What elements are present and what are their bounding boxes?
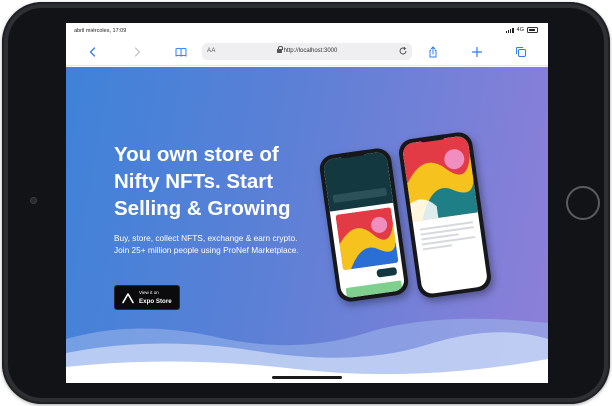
- forward-icon[interactable]: [130, 45, 144, 59]
- lock-icon: [276, 45, 283, 53]
- nft-detail-text: [419, 221, 477, 253]
- status-bar: abril miércoles, 17:09 4G: [66, 23, 548, 39]
- phone-mockup-back: [397, 130, 493, 300]
- hero-section: You own store of Nifty NFTs. Start Selli…: [66, 67, 548, 383]
- url-display: http://localhost:3000: [202, 45, 412, 54]
- status-time: abril miércoles, 17:09: [74, 28, 127, 34]
- home-button[interactable]: [566, 186, 600, 220]
- store-button-caption: View it on: [139, 290, 159, 295]
- share-icon[interactable]: [426, 45, 440, 59]
- bookmarks-icon[interactable]: [174, 45, 188, 59]
- battery-icon: [527, 27, 538, 33]
- hero-title: You own store of Nifty NFTs. Start Selli…: [114, 143, 291, 220]
- nft-card-image: [335, 207, 399, 271]
- url-text: http://localhost:3000: [283, 48, 338, 54]
- status-indicators: 4G: [505, 27, 538, 33]
- nft-card-artwork: [335, 207, 399, 271]
- app-header: [322, 151, 394, 212]
- new-tab-icon[interactable]: [470, 45, 484, 59]
- back-icon[interactable]: [86, 45, 100, 59]
- home-indicator[interactable]: [272, 376, 342, 379]
- phone-back-screen: [401, 135, 489, 295]
- reload-icon[interactable]: [398, 46, 408, 56]
- address-bar[interactable]: AA http://localhost:3000: [202, 43, 412, 60]
- phone-mockup-front: [318, 146, 410, 304]
- decorative-waves: [66, 318, 548, 383]
- signal-icon: [505, 27, 514, 33]
- app-search-field: [332, 187, 388, 204]
- nft-artwork: [401, 135, 478, 222]
- hero-description: Buy, store, collect NFTS, exchange & ear…: [114, 233, 299, 255]
- network-label: 4G: [516, 27, 524, 33]
- tabs-icon[interactable]: [514, 45, 528, 59]
- front-camera-icon: [30, 197, 37, 204]
- phone-front-screen: [322, 151, 406, 299]
- browser-toolbar: AA http://localhost:3000: [66, 39, 548, 66]
- tablet-screen: abril miércoles, 17:09 4G AA http://loca…: [66, 23, 548, 383]
- nft-thumbnails: [345, 280, 403, 299]
- nft-buy-chip: [376, 266, 398, 278]
